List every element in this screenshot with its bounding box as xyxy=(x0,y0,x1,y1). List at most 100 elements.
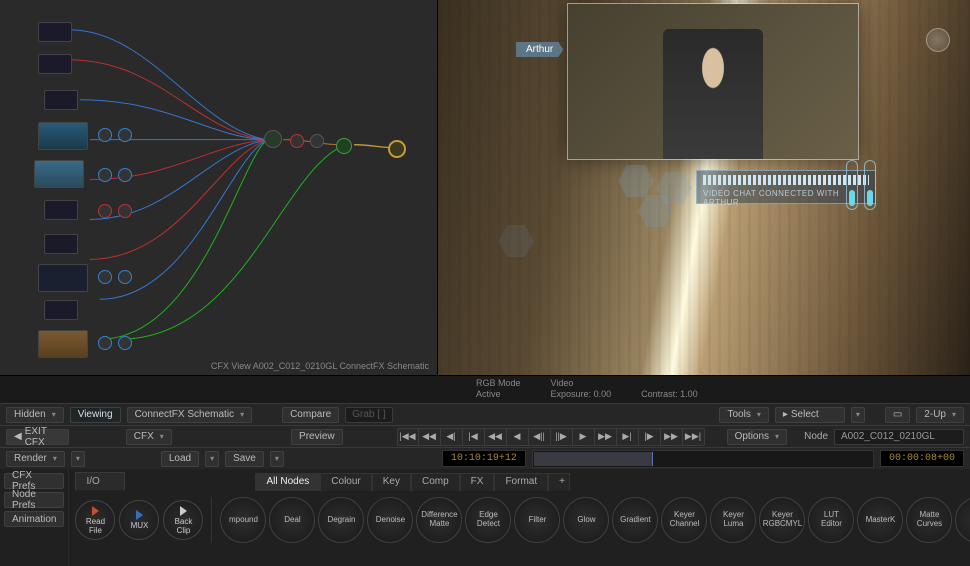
graph-comp-node[interactable] xyxy=(264,130,282,148)
fx-node[interactable]: Gradient xyxy=(612,497,658,543)
mode-value: Video xyxy=(551,378,612,388)
schematic-dropdown[interactable]: ConnectFX Schematic xyxy=(127,407,253,423)
load-button[interactable]: Load xyxy=(161,451,199,467)
sphere-icon xyxy=(926,28,950,52)
transport-button[interactable]: ◀◀ xyxy=(485,428,507,446)
graph-node-small[interactable] xyxy=(98,336,112,350)
fx-node[interactable]: Denoise xyxy=(367,497,413,543)
transport-button[interactable]: ▶▶ xyxy=(595,428,617,446)
io-tab[interactable]: I/O xyxy=(75,472,125,490)
transport-button[interactable]: ▶▶ xyxy=(661,428,683,446)
io-node[interactable]: MUX xyxy=(119,500,159,540)
viewing-button[interactable]: Viewing xyxy=(70,407,121,423)
animation-button[interactable]: Animation xyxy=(4,511,64,527)
timecode-in[interactable]: 10:10:19+12 xyxy=(442,450,526,467)
transport-button[interactable]: ▶ xyxy=(573,428,595,446)
select-tool-more[interactable]: ▾ xyxy=(851,407,865,423)
graph-node-small[interactable] xyxy=(310,134,324,148)
io-node[interactable]: BackClip xyxy=(163,500,203,540)
transport-controls: |◀◀◀◀◀||◀◀◀◀◀||||▶▶▶▶▶||▶▶▶▶▶| xyxy=(397,428,705,446)
node-graph-panel[interactable]: CFX View A002_C012_0210GL ConnectFX Sche… xyxy=(0,0,438,375)
node-prefs-button[interactable]: Node Prefs xyxy=(4,492,64,508)
graph-node-small[interactable] xyxy=(290,134,304,148)
graph-node-small[interactable] xyxy=(98,204,112,218)
fx-node[interactable]: Degrain xyxy=(318,497,364,543)
fx-node[interactable]: Deal xyxy=(269,497,315,543)
graph-node-small[interactable] xyxy=(118,168,132,182)
transport-button[interactable]: ||▶ xyxy=(551,428,573,446)
graph-output-node[interactable] xyxy=(388,140,406,158)
fx-node[interactable]: LUTEditor xyxy=(808,497,854,543)
graph-node-small[interactable] xyxy=(98,168,112,182)
transport-button[interactable]: ◀|| xyxy=(529,428,551,446)
graph-node[interactable] xyxy=(38,54,72,74)
transport-button[interactable]: |◀◀ xyxy=(397,428,419,446)
timeline[interactable] xyxy=(532,450,874,468)
save-more[interactable]: ▾ xyxy=(270,451,284,467)
transport-button[interactable]: ◀ xyxy=(507,428,529,446)
graph-node-small[interactable] xyxy=(118,270,132,284)
graph-node-small[interactable] xyxy=(118,336,132,350)
timecode-out[interactable]: 00:00:08+00 xyxy=(880,450,964,467)
render-dropdown[interactable]: Render xyxy=(6,451,65,467)
options-dropdown[interactable]: Options xyxy=(727,429,787,445)
graph-node-small[interactable] xyxy=(118,204,132,218)
transport-button[interactable]: |▶ xyxy=(639,428,661,446)
bin-tabs: All NodesColourKeyCompFXFormat+ xyxy=(255,473,570,491)
graph-node[interactable] xyxy=(44,200,78,220)
fx-node[interactable]: Glow xyxy=(563,497,609,543)
graph-node-small[interactable] xyxy=(98,128,112,142)
bin-tab[interactable]: Comp xyxy=(411,473,460,491)
bin-tab[interactable]: Format xyxy=(494,473,548,491)
graph-node[interactable] xyxy=(38,122,88,150)
transport-button[interactable]: |◀ xyxy=(463,428,485,446)
fx-node[interactable]: EdgeDetect xyxy=(465,497,511,543)
bin-tab[interactable]: Colour xyxy=(320,473,371,491)
graph-node-small[interactable] xyxy=(336,138,352,154)
preview-button[interactable]: Preview xyxy=(291,429,343,445)
layout-icon-button[interactable]: ▭ xyxy=(885,407,910,423)
bin-tab[interactable]: FX xyxy=(460,473,495,491)
graph-node[interactable] xyxy=(44,300,78,320)
graph-node[interactable] xyxy=(34,160,84,188)
add-tab-button[interactable]: + xyxy=(548,473,570,491)
fx-node[interactable]: mpound xyxy=(220,497,266,543)
fx-node[interactable]: KeyerChannel xyxy=(661,497,707,543)
graph-node[interactable] xyxy=(38,264,88,292)
transport-button[interactable]: ▶▶| xyxy=(683,428,705,446)
fx-node[interactable]: M xyxy=(955,497,970,543)
load-more[interactable]: ▾ xyxy=(205,451,219,467)
fx-node[interactable]: KeyerLuma xyxy=(710,497,756,543)
bin-tab[interactable]: All Nodes xyxy=(255,473,320,491)
render-more[interactable]: ▾ xyxy=(71,451,85,467)
grab-field[interactable]: Grab [ ] xyxy=(345,407,392,423)
cfx-prefs-button[interactable]: CFX Prefs xyxy=(4,473,64,489)
graph-node-small[interactable] xyxy=(118,128,132,142)
graph-node[interactable] xyxy=(44,90,78,110)
save-button[interactable]: Save xyxy=(225,451,264,467)
two-up-dropdown[interactable]: 2-Up xyxy=(916,407,964,423)
io-node[interactable]: ReadFile xyxy=(75,500,115,540)
bin-tab[interactable]: Key xyxy=(372,473,411,491)
select-tool-button[interactable]: ▸ Select xyxy=(775,407,845,423)
exit-cfx-button[interactable]: ◀ EXIT CFX xyxy=(6,429,69,445)
transport-button[interactable]: ◀◀ xyxy=(419,428,441,446)
viewer-panel[interactable]: Arthur VIDEO CHAT CONNECTED WITH ARTHUR xyxy=(438,0,970,375)
compare-button[interactable]: Compare xyxy=(282,407,339,423)
transport-button[interactable]: ▶| xyxy=(617,428,639,446)
fx-node[interactable]: Filter xyxy=(514,497,560,543)
graph-node-small[interactable] xyxy=(98,270,112,284)
graph-node[interactable] xyxy=(44,234,78,254)
cfx-dropdown[interactable]: CFX xyxy=(126,429,172,445)
fx-node[interactable]: MatteCurves xyxy=(906,497,952,543)
fx-node[interactable]: DifferenceMatte xyxy=(416,497,462,543)
graph-node[interactable] xyxy=(38,330,88,358)
hidden-dropdown[interactable]: Hidden xyxy=(6,407,64,423)
graph-node[interactable] xyxy=(38,22,72,42)
fx-node[interactable]: MasterK xyxy=(857,497,903,543)
tools-dropdown[interactable]: Tools xyxy=(719,407,768,423)
node-name-field[interactable]: A002_C012_0210GL xyxy=(834,429,964,445)
transport-button[interactable]: ◀| xyxy=(441,428,463,446)
active-label: Active xyxy=(476,389,521,399)
fx-node[interactable]: KeyerRGBCMYL xyxy=(759,497,805,543)
